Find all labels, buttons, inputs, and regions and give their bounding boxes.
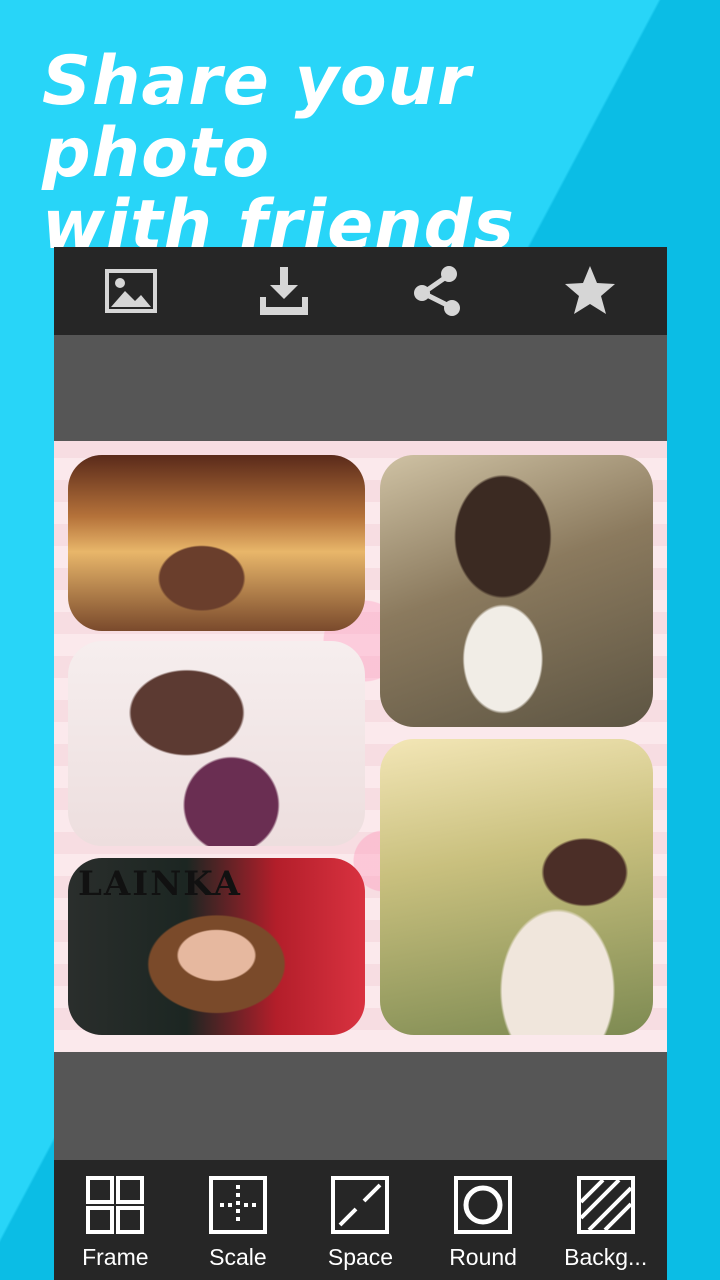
photo-text: LAINKA	[78, 864, 242, 904]
collage-photo-5[interactable]: LAINKA	[68, 858, 365, 1035]
headline-line-1: Share your photo	[42, 42, 472, 193]
background-icon	[576, 1176, 635, 1234]
tool-background[interactable]: Backg...	[551, 1160, 661, 1280]
tool-round[interactable]: Round	[428, 1160, 538, 1280]
frame-icon	[86, 1176, 145, 1234]
tool-label: Frame	[82, 1244, 149, 1270]
download-icon	[259, 267, 308, 315]
tool-label: Round	[449, 1244, 517, 1270]
collage-photo-1[interactable]	[68, 455, 365, 631]
favorite-button[interactable]	[545, 247, 635, 335]
promo-headline: Share your photo with friends	[42, 46, 702, 262]
save-button[interactable]	[239, 247, 329, 335]
collage-photo-3[interactable]	[68, 641, 365, 846]
star-icon	[565, 266, 616, 314]
tool-space[interactable]: Space	[305, 1160, 415, 1280]
tool-label: Scale	[209, 1244, 267, 1270]
tool-label: Backg...	[564, 1244, 648, 1270]
bottom-toolbar: Frame Scale Space Round Backg...	[54, 1160, 667, 1280]
round-icon	[454, 1176, 513, 1234]
collage-canvas[interactable]: LAINKA	[54, 441, 667, 1052]
top-toolbar	[54, 247, 667, 335]
image-icon	[104, 269, 157, 313]
space-icon	[331, 1176, 390, 1234]
collage-photo-4[interactable]	[380, 739, 653, 1035]
tool-frame[interactable]: Frame	[60, 1160, 170, 1280]
share-button[interactable]	[392, 247, 482, 335]
tool-label: Space	[327, 1244, 394, 1270]
share-icon	[414, 266, 461, 316]
scale-icon	[208, 1176, 267, 1234]
gallery-button[interactable]	[86, 247, 176, 335]
tool-scale[interactable]: Scale	[183, 1160, 293, 1280]
collage-photo-2[interactable]	[380, 455, 653, 727]
app-screen: LAINKA Frame Scale Space Round Backg...	[54, 247, 667, 1280]
